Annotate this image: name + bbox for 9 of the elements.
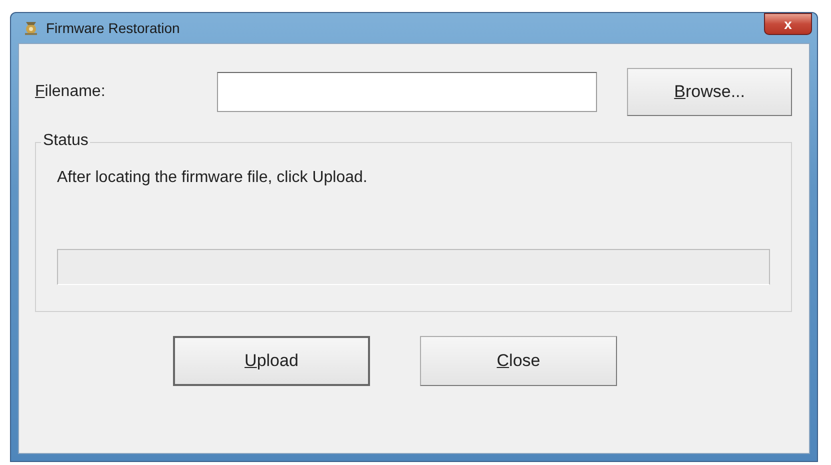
window-title: Firmware Restoration bbox=[46, 20, 180, 36]
app-icon bbox=[22, 19, 40, 37]
window-close-button[interactable]: x bbox=[764, 13, 812, 35]
browse-button[interactable]: Browse... bbox=[627, 68, 792, 116]
status-message: After locating the firmware file, click Upload. bbox=[57, 169, 368, 188]
upload-button[interactable]: Upload bbox=[173, 336, 370, 386]
close-dialog-button[interactable]: Close bbox=[420, 336, 617, 386]
filename-field[interactable] bbox=[217, 72, 598, 112]
filename-label: Filename: bbox=[35, 83, 106, 101]
